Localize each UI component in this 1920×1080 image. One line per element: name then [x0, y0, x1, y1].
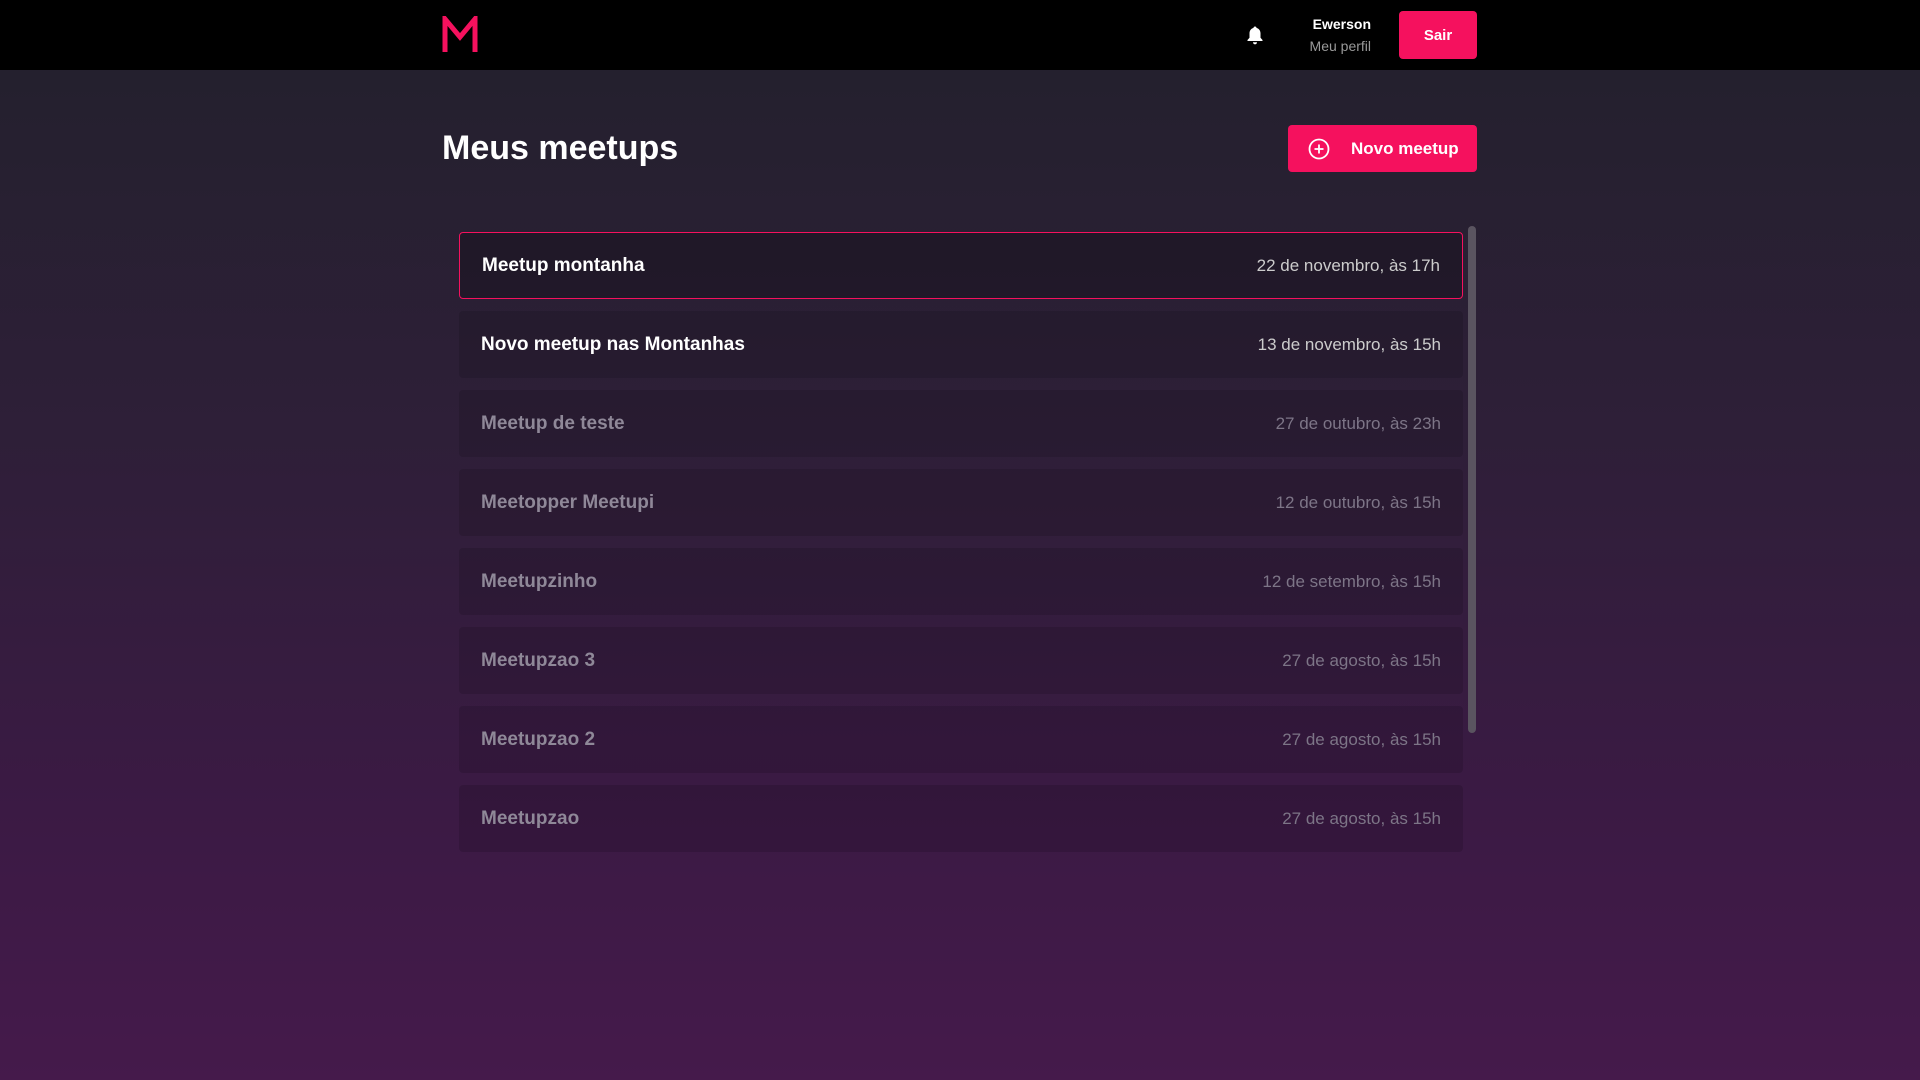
profile-link[interactable]: Meu perfil: [1310, 37, 1371, 55]
plus-circle-icon: [1308, 138, 1330, 159]
meetup-date: 12 de outubro, às 15h: [1275, 492, 1441, 512]
new-meetup-button[interactable]: Novo meetup: [1288, 125, 1477, 172]
user-name: Ewerson: [1312, 16, 1371, 32]
meetup-title: Novo meetup nas Montanhas: [481, 333, 745, 355]
meetup-item[interactable]: Meetupzao 3 27 de agosto, às 15h: [459, 627, 1463, 694]
meetup-item[interactable]: Novo meetup nas Montanhas 13 de novembro…: [459, 311, 1463, 378]
user-profile: Ewerson Meu perfil: [1310, 15, 1371, 55]
meetup-item[interactable]: Meetup montanha 22 de novembro, às 17h: [459, 232, 1463, 299]
meetup-date: 27 de outubro, às 23h: [1275, 413, 1441, 433]
logout-button[interactable]: Sair: [1399, 11, 1477, 59]
m-logo-icon[interactable]: [442, 16, 478, 54]
meetup-title: Meetupzao: [481, 807, 580, 829]
page-title: Meus meetups: [442, 129, 679, 167]
meetup-date: 27 de agosto, às 15h: [1282, 650, 1441, 670]
meetup-item[interactable]: Meetupzinho 12 de setembro, às 15h: [459, 548, 1463, 615]
meetup-list-container: Meetup montanha 22 de novembro, às 17h N…: [459, 226, 1477, 856]
meetup-title: Meetup de teste: [481, 412, 625, 434]
scrollbar-track[interactable]: [1468, 226, 1476, 856]
meetup-item[interactable]: Meetupzao 2 27 de agosto, às 15h: [459, 706, 1463, 773]
bell-icon[interactable]: [1244, 24, 1266, 46]
meetup-date: 13 de novembro, às 15h: [1257, 334, 1441, 354]
meetup-item[interactable]: Meetopper Meetupi 12 de outubro, às 15h: [459, 469, 1463, 536]
meetup-date: 22 de novembro, às 17h: [1256, 255, 1440, 275]
meetup-item[interactable]: Meetupzao 27 de agosto, às 15h: [459, 785, 1463, 852]
top-header: Ewerson Meu perfil Sair: [0, 0, 1920, 70]
meetup-date: 27 de agosto, às 15h: [1282, 729, 1441, 749]
meetup-list: Meetup montanha 22 de novembro, às 17h N…: [459, 232, 1463, 864]
meetup-title: Meetupzinho: [481, 570, 598, 592]
meetup-date: 27 de agosto, às 15h: [1282, 808, 1441, 828]
meetup-title: Meetopper Meetupi: [481, 491, 655, 513]
scrollbar-thumb[interactable]: [1468, 226, 1476, 733]
main-content: Meus meetups Novo meetup: [442, 125, 1477, 172]
meetup-title: Meetupzao 3: [481, 649, 596, 671]
meetup-date: 12 de setembro, às 15h: [1262, 571, 1441, 591]
header-container: Ewerson Meu perfil Sair: [442, 0, 1477, 70]
new-meetup-label: Novo meetup: [1351, 138, 1459, 158]
meetup-title: Meetupzao 2: [481, 728, 596, 750]
meetup-item[interactable]: Meetup de teste 27 de outubro, às 23h: [459, 390, 1463, 457]
header-right: Ewerson Meu perfil Sair: [1244, 11, 1477, 59]
page-header: Meus meetups Novo meetup: [442, 125, 1477, 172]
meetup-title: Meetup montanha: [482, 254, 645, 276]
